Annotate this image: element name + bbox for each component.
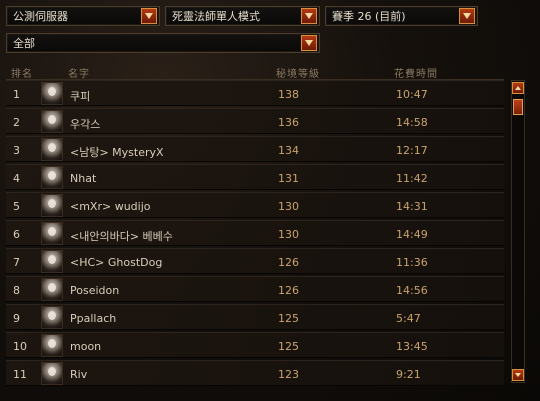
leaderboard-panel: 公測伺服器 死靈法師單人模式 賽季 26 (目前) 全部 排名 名字 秘境等級 … <box>0 0 540 401</box>
necromancer-portrait-icon <box>41 138 63 161</box>
row-rank: 4 <box>13 172 20 185</box>
row-time: 11:42 <box>396 172 428 185</box>
arrow-down-icon[interactable] <box>512 369 524 381</box>
region-dropdown[interactable]: 全部 <box>6 33 320 53</box>
row-level: 126 <box>278 256 299 269</box>
necromancer-portrait-icon <box>41 166 63 189</box>
row-level: 130 <box>278 228 299 241</box>
row-time: 13:45 <box>396 340 428 353</box>
row-rank: 9 <box>13 312 20 325</box>
row-level: 126 <box>278 284 299 297</box>
mode-dropdown[interactable]: 死靈法師單人模式 <box>165 6 320 26</box>
table-header: 排名 名字 秘境等級 花費時間 <box>6 63 504 80</box>
row-name: Poseidon <box>70 284 120 297</box>
row-name: 우각스 <box>70 118 101 131</box>
row-name: <내안의바다> 베베수 <box>70 230 173 243</box>
row-time: 14:49 <box>396 228 428 241</box>
row-rank: 8 <box>13 284 20 297</box>
row-name: moon <box>70 340 102 353</box>
necromancer-portrait-icon <box>41 306 63 329</box>
row-time: 14:58 <box>396 116 428 129</box>
row-level: 131 <box>278 172 299 185</box>
row-name: Nhat <box>70 172 97 185</box>
leaderboard-list: 1 쿠피 138 10:47 2 우각스 136 14:58 3 <남탕> My… <box>6 80 504 388</box>
row-rank: 10 <box>13 340 27 353</box>
season-dropdown[interactable]: 賽季 26 (目前) <box>325 6 478 26</box>
table-row[interactable]: 3 <남탕> MysteryX 134 12:17 <box>6 136 504 162</box>
table-row[interactable]: 1 쿠피 138 10:47 <box>6 80 504 106</box>
header-level: 秘境等級 <box>276 69 320 80</box>
row-time: 10:47 <box>396 88 428 101</box>
row-time: 12:17 <box>396 144 428 157</box>
server-dropdown[interactable]: 公測伺服器 <box>6 6 160 26</box>
row-time: 14:56 <box>396 284 428 297</box>
table-row[interactable]: 11 Riv 123 9:21 <box>6 360 504 386</box>
row-rank: 7 <box>13 256 20 269</box>
chevron-down-icon[interactable] <box>459 8 475 24</box>
necromancer-portrait-icon <box>41 82 63 105</box>
chevron-down-icon[interactable] <box>301 8 317 24</box>
header-rank: 排名 <box>11 69 33 80</box>
header-name: 名字 <box>68 69 90 80</box>
necromancer-portrait-icon <box>41 362 63 385</box>
row-level: 138 <box>278 88 299 101</box>
row-level: 136 <box>278 116 299 129</box>
table-row[interactable]: 5 <mXr> wudijo 130 14:31 <box>6 192 504 218</box>
row-time: 11:36 <box>396 256 428 269</box>
row-rank: 6 <box>13 228 20 241</box>
row-level: 125 <box>278 340 299 353</box>
row-level: 123 <box>278 368 299 381</box>
row-time: 14:31 <box>396 200 428 213</box>
row-level: 125 <box>278 312 299 325</box>
row-name: <HC> GhostDog <box>70 256 163 269</box>
row-time: 9:21 <box>396 368 421 381</box>
table-row[interactable]: 2 우각스 136 14:58 <box>6 108 504 134</box>
row-time: 5:47 <box>396 312 421 325</box>
row-rank: 2 <box>13 116 20 129</box>
row-rank: 5 <box>13 200 20 213</box>
table-row[interactable]: 4 Nhat 131 11:42 <box>6 164 504 190</box>
row-name: 쿠피 <box>70 90 91 103</box>
necromancer-portrait-icon <box>41 334 63 357</box>
necromancer-portrait-icon <box>41 110 63 133</box>
chevron-down-icon[interactable] <box>141 8 157 24</box>
table-row[interactable]: 6 <내안의바다> 베베수 130 14:49 <box>6 220 504 246</box>
necromancer-portrait-icon <box>41 278 63 301</box>
table-row[interactable]: 8 Poseidon 126 14:56 <box>6 276 504 302</box>
row-name: Riv <box>70 368 88 381</box>
row-level: 130 <box>278 200 299 213</box>
row-name: <남탕> MysteryX <box>70 146 164 159</box>
scrollbar-thumb[interactable] <box>513 99 523 115</box>
season-dropdown-value: 賽季 26 (目前) <box>332 10 406 23</box>
necromancer-portrait-icon <box>41 250 63 273</box>
chevron-down-icon[interactable] <box>301 35 317 51</box>
row-rank: 1 <box>13 88 20 101</box>
arrow-up-icon[interactable] <box>512 82 524 94</box>
header-time: 花費時間 <box>394 69 438 80</box>
row-name: <mXr> wudijo <box>70 200 151 213</box>
row-rank: 11 <box>13 368 27 381</box>
table-row[interactable]: 9 Ppallach 125 5:47 <box>6 304 504 330</box>
necromancer-portrait-icon <box>41 222 63 245</box>
mode-dropdown-value: 死靈法師單人模式 <box>172 10 260 23</box>
table-row[interactable]: 7 <HC> GhostDog 126 11:36 <box>6 248 504 274</box>
server-dropdown-value: 公測伺服器 <box>13 10 68 23</box>
region-dropdown-value: 全部 <box>13 37 35 50</box>
row-rank: 3 <box>13 144 20 157</box>
table-row[interactable]: 10 moon 125 13:45 <box>6 332 504 358</box>
necromancer-portrait-icon <box>41 194 63 217</box>
row-level: 134 <box>278 144 299 157</box>
row-name: Ppallach <box>70 312 117 325</box>
scrollbar[interactable] <box>511 80 525 383</box>
